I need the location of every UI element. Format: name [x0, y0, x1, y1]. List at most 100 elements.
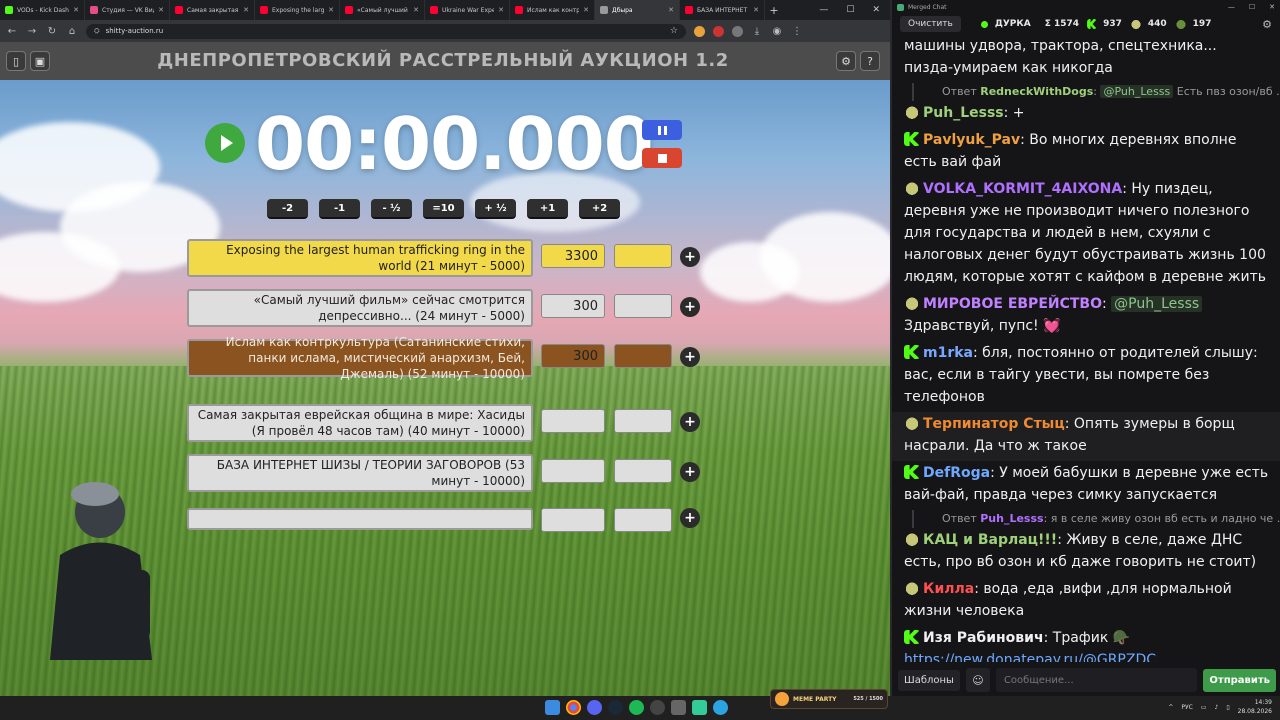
- lot-amount-field[interactable]: 300: [541, 344, 605, 368]
- browser-tab[interactable]: Самая закрытая е ✕: [170, 0, 255, 20]
- bookmark-star-icon[interactable]: ☆: [670, 26, 678, 36]
- tab-close-icon[interactable]: ✕: [158, 6, 164, 14]
- lot-amount-field[interactable]: 3300: [541, 244, 605, 268]
- browser-tab[interactable]: Ислам как контрк ✕: [510, 0, 595, 20]
- chat-username[interactable]: Терпинатор Стыц: [923, 416, 1065, 432]
- lot-name[interactable]: БАЗА ИНТЕРНЕТ ШИЗЫ / ТЕОРИИ ЗАГОВОРОВ (5…: [187, 454, 533, 492]
- forward-icon[interactable]: →: [26, 26, 38, 37]
- tab-close-icon[interactable]: ✕: [243, 6, 249, 14]
- network-icon[interactable]: ▭: [1201, 704, 1207, 711]
- home-icon[interactable]: ⌂: [66, 26, 78, 37]
- chat-settings-icon[interactable]: ⚙: [1262, 18, 1272, 31]
- chat-username[interactable]: КАЦ и Варлац!!!: [923, 532, 1057, 548]
- templates-button[interactable]: Шаблоны: [898, 669, 960, 691]
- chrome-icon[interactable]: [566, 700, 581, 715]
- extension-icon[interactable]: [694, 25, 705, 37]
- profile-icon[interactable]: ◉: [771, 26, 783, 37]
- add-amount-button[interactable]: +: [680, 412, 700, 432]
- app-icon[interactable]: [692, 700, 707, 715]
- message-link[interactable]: https://new.donatepay.ru/@GRPZDC: [904, 652, 1156, 662]
- time-adjust-button[interactable]: -2: [267, 199, 308, 219]
- chat-username[interactable]: Килла: [923, 581, 974, 597]
- help-button[interactable]: ?: [860, 51, 880, 71]
- spotify-icon[interactable]: [629, 700, 644, 715]
- obs-icon[interactable]: [650, 700, 665, 715]
- battery-icon[interactable]: ▯: [1226, 704, 1229, 711]
- play-button[interactable]: [205, 123, 245, 163]
- lot-amount-field[interactable]: 300: [541, 294, 605, 318]
- chat-username[interactable]: Puh_Lesss: [923, 105, 1004, 121]
- lot-add-amount-field[interactable]: [614, 244, 672, 268]
- clear-chat-button[interactable]: Очистить: [900, 16, 961, 32]
- lot-name[interactable]: «Самый лучший фильм» сейчас смотрится де…: [187, 289, 533, 327]
- browser-tab[interactable]: Дбыра ✕: [595, 0, 680, 20]
- chat-username[interactable]: МИРОВОЕ ЕВРЕЙСТВО: [923, 296, 1102, 312]
- tab-close-icon[interactable]: ✕: [668, 6, 674, 14]
- maximize-icon[interactable]: ☐: [846, 5, 854, 15]
- minimize-icon[interactable]: —: [819, 5, 828, 15]
- new-tab-button[interactable]: +: [765, 4, 783, 17]
- app-icon[interactable]: [671, 700, 686, 715]
- browser-tab[interactable]: БАЗА ИНТЕРНЕТ ✕: [680, 0, 765, 20]
- minimize-icon[interactable]: —: [1228, 3, 1235, 11]
- add-amount-button[interactable]: +: [680, 347, 700, 367]
- url-field[interactable]: ⛭ shitty-auction.ru ☆: [86, 23, 686, 39]
- time-adjust-button[interactable]: -1: [319, 199, 360, 219]
- lot-name[interactable]: Exposing the largest human trafficking r…: [187, 239, 533, 277]
- extension-icon[interactable]: [713, 25, 724, 37]
- windows-start-icon[interactable]: [545, 700, 560, 715]
- time-adjust-button[interactable]: - ½: [371, 199, 412, 219]
- reload-icon[interactable]: ↻: [46, 26, 58, 37]
- add-amount-button[interactable]: +: [680, 247, 700, 267]
- maximize-icon[interactable]: ☐: [1249, 3, 1255, 11]
- language-indicator[interactable]: РУС: [1181, 704, 1192, 711]
- lot-add-amount-field[interactable]: [614, 459, 672, 483]
- back-icon[interactable]: ←: [6, 26, 18, 37]
- close-icon[interactable]: ✕: [872, 5, 880, 15]
- time-adjust-button[interactable]: +1: [527, 199, 568, 219]
- time-adjust-button[interactable]: + ½: [475, 199, 516, 219]
- chat-username[interactable]: Pavlyuk_Pav: [923, 132, 1020, 148]
- volume-icon[interactable]: ♪: [1214, 704, 1218, 711]
- lot-add-amount-field[interactable]: [614, 409, 672, 433]
- discord-icon[interactable]: [587, 700, 602, 715]
- chat-username[interactable]: VOLKA_KORMIT_4AIXONA: [923, 181, 1122, 197]
- lot-name[interactable]: Ислам как контркультура (Сатанинские сти…: [187, 335, 533, 381]
- time-adjust-button[interactable]: =10: [423, 199, 464, 219]
- download-icon[interactable]: ⤓: [751, 26, 763, 37]
- pause-button[interactable]: [642, 120, 682, 140]
- settings-button[interactable]: ⚙: [836, 51, 856, 71]
- lot-name[interactable]: Самая закрытая еврейская община в мире: …: [187, 404, 533, 442]
- lot-amount-field[interactable]: [541, 409, 605, 433]
- browser-tab[interactable]: Студия — VK Виде ✕: [85, 0, 170, 20]
- emoji-button[interactable]: ☺: [965, 668, 990, 692]
- lot-add-amount-field[interactable]: [614, 294, 672, 318]
- browser-tab[interactable]: Exposing the larg ✕: [255, 0, 340, 20]
- tab-close-icon[interactable]: ✕: [498, 6, 504, 14]
- tab-close-icon[interactable]: ✕: [73, 6, 79, 14]
- reply-preview[interactable]: Ответ RedneckWithDogs: @Puh_Lesss Есть п…: [912, 83, 1280, 101]
- tab-close-icon[interactable]: ✕: [413, 6, 419, 14]
- tab-close-icon[interactable]: ✕: [753, 6, 759, 14]
- lot-amount-field[interactable]: [541, 459, 605, 483]
- telegram-icon[interactable]: [713, 700, 728, 715]
- lot-add-amount-field[interactable]: [614, 508, 672, 532]
- reply-preview[interactable]: Ответ Puh_Lesss: я в селе живу озон вб е…: [912, 510, 1280, 528]
- browser-tab[interactable]: VODs - Kick Dashb ✕: [0, 0, 85, 20]
- browser-tab[interactable]: «Самый лучший ф ✕: [340, 0, 425, 20]
- time-adjust-button[interactable]: +2: [579, 199, 620, 219]
- add-amount-button[interactable]: +: [680, 462, 700, 482]
- tab-close-icon[interactable]: ✕: [328, 6, 334, 14]
- browser-tab[interactable]: Ukraine War Expe ✕: [425, 0, 510, 20]
- send-button[interactable]: Отправить: [1203, 668, 1276, 692]
- add-amount-button[interactable]: +: [680, 508, 700, 528]
- lot-amount-field[interactable]: [541, 508, 605, 532]
- menu-icon[interactable]: ⋮: [791, 26, 803, 37]
- stop-button[interactable]: [642, 148, 682, 168]
- site-info-icon[interactable]: ⛭: [94, 27, 100, 36]
- chevron-up-icon[interactable]: ^: [1168, 704, 1173, 711]
- chat-username[interactable]: DefRoga: [923, 465, 990, 481]
- lot-name[interactable]: [187, 508, 533, 530]
- chat-username[interactable]: Изя Рабинович: [923, 630, 1044, 646]
- steam-icon[interactable]: [608, 700, 623, 715]
